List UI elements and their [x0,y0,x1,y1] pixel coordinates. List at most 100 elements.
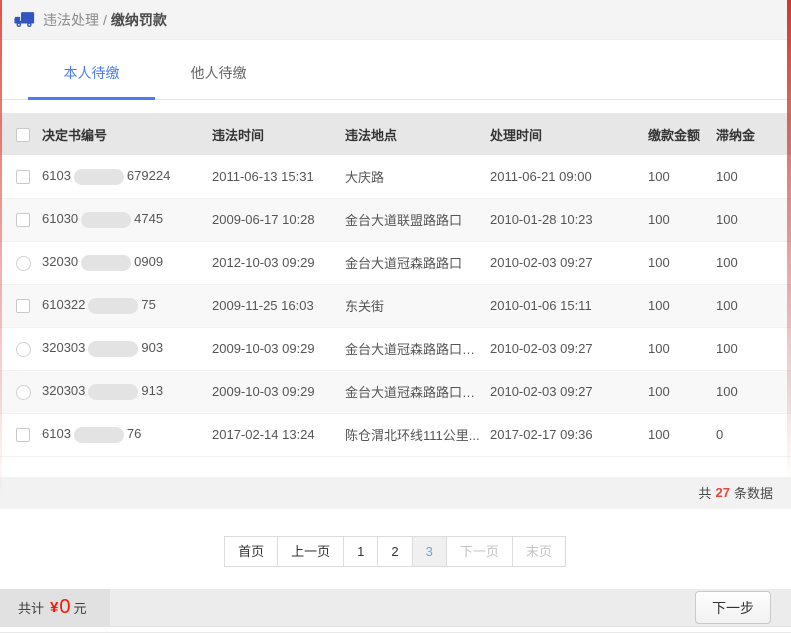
total-box: 共计 ¥ 0 元 [0,589,110,627]
table-row: 320303903 2009-10-03 09:29 金台大道冠森路路口1...… [0,327,791,370]
payment-amount-cell: 100 [642,284,710,327]
row-select-cell [0,284,36,327]
tab-self-pending[interactable]: 本人待缴 [28,40,155,99]
row-select-cell [0,198,36,241]
total-amount: 0 [59,596,70,619]
currency-unit: 元 [73,598,86,617]
column-header-decision-number: 决定书编号 [36,113,206,155]
decision-number-cell: 6103 679224 [36,155,206,198]
violation-time-cell: 2009-06-17 10:28 [206,198,339,241]
tab-label: 他人待缴 [191,63,247,83]
page-button-prev[interactable]: 上一页 [277,536,344,568]
violation-location-cell: 金台大道联盟路路口 [339,198,484,241]
decision-number-prefix: 61030 [42,211,78,226]
row-select-cell [0,327,36,370]
late-fee-cell: 100 [710,198,791,241]
page-button-page-2[interactable]: 2 [377,536,412,568]
count-suffix: 条数据 [734,483,773,502]
tab-label: 本人待缴 [64,63,120,83]
redacted-id-segment [81,212,131,228]
column-header-late-fee: 滞纳金 [710,113,791,155]
table-row: 6103679224 2011-06-13 15:31 大庆路 2011-06-… [0,155,791,198]
column-header-violation-time: 违法时间 [206,113,339,155]
row-select-cell [0,241,36,284]
violation-location-cell: 东关街 [339,284,484,327]
decision-number-cell: 32030 0909 [36,241,206,284]
process-time-cell: 2010-01-06 15:11 [484,284,642,327]
process-time-cell: 2011-06-21 09:00 [484,155,642,198]
record-count: 27 [716,485,730,500]
row-select-checkbox[interactable] [16,170,30,184]
payment-amount-cell: 100 [642,413,710,456]
violation-location-cell: 大庆路 [339,155,484,198]
page-button-last: 末页 [512,536,566,568]
decision-number-suffix: 679224 [127,168,170,183]
process-time-cell: 2017-02-17 09:36 [484,413,642,456]
late-fee-cell: 100 [710,327,791,370]
decision-number-prefix: 6103 [42,168,71,183]
decision-number-prefix: 320303 [42,383,85,398]
row-select-checkbox[interactable] [16,428,30,442]
payment-amount-cell: 100 [642,370,710,413]
process-time-cell: 2010-01-28 10:23 [484,198,642,241]
decision-number-cell: 61032275 [36,284,206,327]
decision-number-prefix: 320303 [42,340,85,355]
next-step-button[interactable]: 下一步 [695,591,771,624]
row-select-checkbox[interactable] [16,213,30,227]
table-header-row: 决定书编号违法时间违法地点处理时间缴款金额滞纳金 [0,113,791,155]
decision-number-prefix: 6103 [42,426,71,441]
page-button-page-3[interactable]: 3 [412,536,447,568]
decision-number-cell: 61030 4745 [36,198,206,241]
decision-number-suffix: 76 [127,426,141,441]
truck-icon [14,11,35,28]
select-all-cell [0,113,36,155]
decision-number-suffix: 4745 [134,211,163,226]
table-row: 320303913 2009-10-03 09:29 金台大道冠森路路口1...… [0,370,791,413]
violation-location-cell: 金台大道冠森路路口1... [339,370,484,413]
redacted-id-segment [88,298,138,314]
redacted-id-segment [81,255,131,271]
violation-time-cell: 2009-10-03 09:29 [206,327,339,370]
table-body: 6103679224 2011-06-13 15:31 大庆路 2011-06-… [0,155,791,456]
breadcrumb-current: 缴纳罚款 [111,10,167,30]
late-fee-cell: 0 [710,413,791,456]
count-prefix: 共 [699,483,712,502]
decision-number-cell: 320303903 [36,327,206,370]
page-button-page-1[interactable]: 1 [343,536,378,568]
breadcrumb-parent[interactable]: 违法处理 [43,10,99,30]
violation-time-cell: 2012-10-03 09:29 [206,241,339,284]
tab-others-pending[interactable]: 他人待缴 [155,40,282,99]
table-row: 320300909 2012-10-03 09:29 金台大道冠森路路口 201… [0,241,791,284]
footer-bar: 共计 ¥ 0 元 下一步 [0,589,791,627]
select-all-checkbox[interactable] [16,128,30,142]
violation-location-cell: 金台大道冠森路路口1... [339,327,484,370]
decision-number-suffix: 75 [141,297,155,312]
late-fee-cell: 100 [710,241,791,284]
row-select-checkbox[interactable] [16,299,30,313]
right-edge-accent [787,0,791,480]
payment-amount-cell: 100 [642,327,710,370]
column-header-violation-location: 违法地点 [339,113,484,155]
late-fee-cell: 100 [710,284,791,327]
violations-table-wrap: 决定书编号违法时间违法地点处理时间缴款金额滞纳金 6103 679224 2011… [0,113,791,457]
row-select-cell [0,155,36,198]
pagination: 首页上一页123下一页末页 [0,536,791,568]
process-time-cell: 2010-02-03 09:27 [484,327,642,370]
tab-bar: 本人待缴 他人待缴 [0,40,791,100]
decision-number-cell: 6103 76 [36,413,206,456]
redacted-id-segment [88,341,138,357]
column-header-payment-amount: 缴款金额 [642,113,710,155]
decision-number-cell: 320303913 [36,370,206,413]
row-select-radio[interactable] [16,342,31,357]
row-select-radio[interactable] [16,385,31,400]
decision-number-suffix: 0909 [134,254,163,269]
redacted-id-segment [74,169,124,185]
decision-number-prefix: 32030 [42,254,78,269]
currency-symbol: ¥ [50,599,58,616]
row-select-radio[interactable] [16,256,31,271]
column-header-process-time: 处理时间 [484,113,642,155]
breadcrumb-separator: / [103,12,107,28]
violation-location-cell: 金台大道冠森路路口 [339,241,484,284]
page-button-first[interactable]: 首页 [224,536,278,568]
record-count-bar: 共 27 条数据 [0,477,791,509]
